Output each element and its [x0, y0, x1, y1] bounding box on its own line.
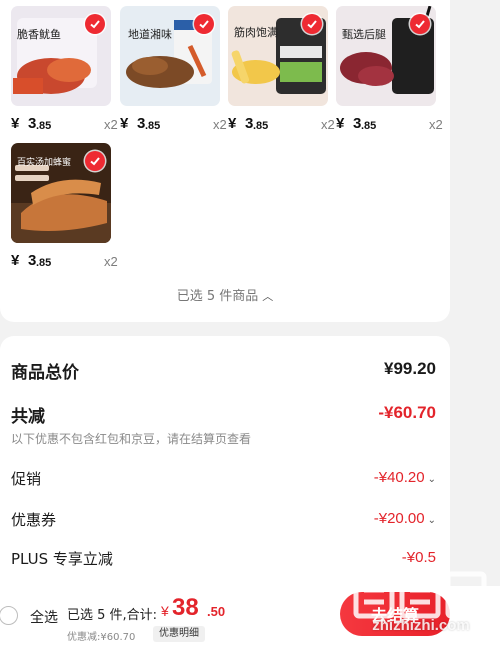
price-decimal: .85 [253, 120, 269, 132]
package-title: 筋肉饱满 [234, 26, 278, 39]
quantity: x2 [104, 117, 118, 132]
price-currency: ¥ [120, 115, 129, 132]
total-currency: ¥ [161, 603, 169, 619]
select-all-label[interactable]: 全选 [30, 607, 58, 627]
price-decimal: .85 [145, 120, 161, 132]
price-summary-card: 商品总价 ¥99.20 共减 -¥60.70 以下优惠不包含红包和京豆，请在结算… [0, 336, 450, 586]
selected-count-label: 已选 5 件商品 [176, 289, 259, 304]
total-reduction-value: -¥60.70 [378, 403, 436, 422]
plus-discount-value: -¥0.5 [401, 549, 436, 566]
product-item[interactable]: 甄选后腿 ¥ 3 .85 x2 [336, 6, 443, 132]
product-item[interactable]: 脆香鱿鱼 ¥ 3 .85 x2 [11, 6, 118, 132]
discount-detail-button[interactable]: 优惠明细 [153, 626, 205, 642]
package-title: 脆香鱿鱼 [17, 28, 61, 41]
checkout-bar: 全选 已选 5 件,合计: ¥ 38 .50 优惠减:¥60.70 优惠明细 去… [0, 586, 500, 646]
plus-discount-label: PLUS 专享立减 [11, 550, 113, 568]
total-reduction-label: 共减 [11, 407, 45, 427]
package-title: 地道湘味 [128, 28, 172, 41]
selected-products-card: 脆香鱿鱼 ¥ 3 .85 x2 地道湘味 ¥ 3 .85 x2 筋肉饱满 ¥ 3… [0, 0, 450, 322]
promo-row[interactable]: -¥40.20 ⌄ [374, 469, 436, 486]
checkout-button[interactable]: 去结算 [340, 592, 450, 636]
product-image[interactable]: 筋肉饱满 [228, 6, 328, 106]
discount-note: 以下优惠不包含红包和京豆，请在结算页查看 [11, 432, 252, 446]
coupon-row[interactable]: -¥20.00 ⌄ [374, 510, 436, 527]
quantity: x2 [104, 254, 118, 269]
price-currency: ¥ [228, 115, 237, 132]
discount-amount: 优惠减:¥60.70 [67, 632, 136, 643]
goods-total-value: ¥99.20 [384, 359, 436, 378]
selected-check-icon[interactable] [85, 14, 105, 34]
price-decimal: .85 [36, 120, 52, 132]
selected-check-icon[interactable] [85, 151, 105, 171]
promo-value: -¥40.20 [373, 469, 425, 486]
product-image[interactable]: 地道湘味 [120, 6, 220, 106]
product-image[interactable]: 百实汤加蜂蜜 [11, 143, 111, 243]
price-row: ¥ 3 .85 x2 [120, 112, 230, 134]
promo-label: 促销 [11, 470, 42, 488]
goods-total-label: 商品总价 [11, 363, 79, 383]
product-item[interactable]: 地道湘味 ¥ 3 .85 x2 [120, 6, 227, 132]
coupon-label: 优惠券 [11, 511, 57, 529]
price-row: ¥ 3 .85 x2 [11, 249, 121, 271]
package-title: 甄选后腿 [342, 28, 386, 41]
price-currency: ¥ [11, 115, 20, 132]
price-row: ¥ 3 .85 x2 [228, 112, 338, 134]
selected-count-total-label: 已选 5 件,合计: [67, 608, 158, 623]
package-title: 百实汤加蜂蜜 [17, 158, 72, 168]
price-decimal: .85 [36, 257, 52, 269]
quantity: x2 [213, 117, 227, 132]
product-item[interactable]: 百实汤加蜂蜜 ¥ 3 .85 x2 [11, 143, 118, 269]
collapse-selected-toggle[interactable]: 已选 5 件商品 ︿ [0, 285, 450, 304]
quantity: x2 [321, 117, 335, 132]
select-all-radio[interactable] [0, 606, 18, 625]
coupon-value: -¥20.00 [373, 510, 425, 527]
chevron-up-icon: ︿ [262, 290, 274, 303]
selected-check-icon[interactable] [410, 14, 430, 34]
price-currency: ¥ [11, 252, 20, 269]
product-image[interactable]: 甄选后腿 [336, 6, 436, 106]
total-decimal: .50 [207, 604, 226, 619]
price-row: ¥ 3 .85 x2 [11, 112, 121, 134]
chevron-down-icon: ⌄ [427, 515, 436, 526]
selected-check-icon[interactable] [194, 14, 214, 34]
selected-check-icon[interactable] [302, 14, 322, 34]
quantity: x2 [429, 117, 443, 132]
price-decimal: .85 [361, 120, 377, 132]
price-row: ¥ 3 .85 x2 [336, 112, 446, 134]
chevron-down-icon: ⌄ [427, 474, 436, 485]
price-currency: ¥ [336, 115, 345, 132]
product-item[interactable]: 筋肉饱满 ¥ 3 .85 x2 [228, 6, 335, 132]
product-image[interactable]: 脆香鱿鱼 [11, 6, 111, 106]
total-integer: 38 [172, 594, 199, 621]
